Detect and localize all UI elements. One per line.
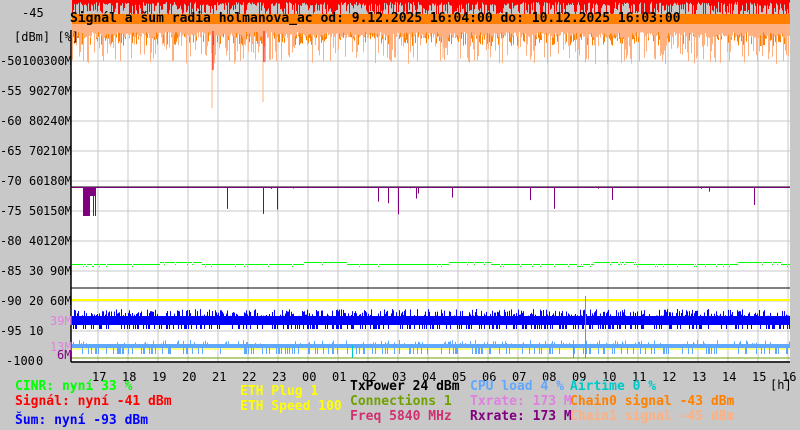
y-tick-dbm: -50 (0, 54, 22, 68)
legend-cinr: CINR: nyní 33 % (15, 379, 133, 394)
y-tick-rate: 270M (43, 84, 72, 98)
y-tick-rate: 120M (43, 234, 72, 248)
y-tick-pct: 0 (36, 354, 44, 368)
y-tick-rate: 240M (43, 114, 72, 128)
y-tick-pct: 80 (29, 114, 44, 128)
y-tick-pct: 30 (29, 264, 44, 278)
y-tick-pct: 40 (29, 234, 44, 248)
chart-title: Signál a šum radia holmanova_ac od: 9.12… (70, 11, 681, 26)
y-tick-rate: 60M (50, 294, 72, 308)
y-tick-rate: 300M (43, 54, 72, 68)
x-tick-label: 13 (692, 370, 707, 384)
y-tick-rate: 150M (43, 204, 72, 218)
legend-airtime: Airtime 0 % (570, 379, 657, 394)
y-tick-dbm: -80 (0, 234, 22, 248)
y-tick-rate: 210M (43, 144, 72, 158)
y-tick-pct: 100 (22, 54, 44, 68)
legend-cpu: CPU load 4 % (470, 379, 564, 394)
legend-eth-speed: ETH Speed 100 (240, 399, 342, 414)
x-tick-label: 12 (662, 370, 677, 384)
legend-chain1: Chain1 signal -45 dBm (570, 409, 735, 424)
y-tick-dbm: -100 (6, 354, 35, 368)
y-tick-pct: 10 (29, 324, 44, 338)
legend-signal: Signál: nyní -41 dBm (15, 394, 172, 409)
y-tick-pct: 70 (29, 144, 44, 158)
x-tick-label: 22 (242, 370, 257, 384)
legend-txrate: Txrate: 173 M (470, 394, 572, 409)
y-tick-dbm: -85 (0, 264, 22, 278)
y-tick-dbm: -55 (0, 84, 22, 98)
x-axis-unit-label: [h] (770, 378, 792, 392)
y-tick-dbm: -95 (0, 324, 22, 338)
y-tick-dbm: -75 (0, 204, 22, 218)
x-tick-label: 23 (272, 370, 287, 384)
chart-svg (70, 0, 790, 363)
y-tick-rate: 90M (50, 264, 72, 278)
legend-freq: Freq 5840 MHz (350, 409, 452, 424)
y-tick-dbm: -90 (0, 294, 22, 308)
legend-connections: Connections 1 (350, 394, 452, 409)
rate-marker: 6M (57, 348, 72, 362)
rate-marker: 39M (50, 314, 72, 328)
y-tick-rate: 180M (43, 174, 72, 188)
x-tick-label: 14 (722, 370, 737, 384)
legend-noise: Šum: nyní -93 dBm (15, 413, 149, 428)
y-tick-dbm: -70 (0, 174, 22, 188)
legend-chain0: Chain0 signal -43 dBm (570, 394, 735, 409)
y-tick-pct: 90 (29, 84, 44, 98)
legend-rxrate: Rxrate: 173 M (470, 409, 572, 424)
y-tick-pct: 60 (29, 174, 44, 188)
x-tick-label: 20 (182, 370, 197, 384)
y-tick-pct: 50 (29, 204, 44, 218)
legend-txpower: TxPower 24 dBm (350, 379, 460, 394)
x-tick-label: 19 (152, 370, 167, 384)
y-tick-dbm: -65 (0, 144, 22, 158)
y-tick-dbm: -45 (22, 6, 44, 20)
y-tick-pct: 20 (29, 294, 44, 308)
x-tick-label: 15 (752, 370, 767, 384)
x-tick-label: 00 (302, 370, 317, 384)
x-tick-label: 21 (212, 370, 227, 384)
y-axis-unit-label: [dBm] [%] (14, 30, 80, 44)
y-tick-dbm: -60 (0, 114, 22, 128)
x-tick-label: 01 (332, 370, 347, 384)
legend-eth-plug: ETH Plug 1 (240, 384, 319, 399)
